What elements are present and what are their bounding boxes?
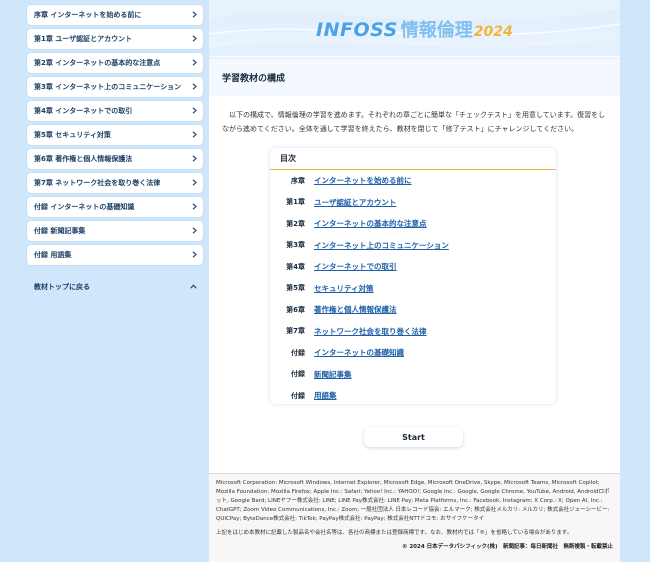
toc-link[interactable]: 著作権と個人情報保護法 [314,304,397,315]
sidebar-item-label: 第5章 セキュリティ対策 [34,131,111,139]
sidebar: 序章 インターネットを始める前に 第1章 ユーザ認証とアカウント第2章 インターネ… [0,0,208,562]
logo-year: 2024 [473,24,513,40]
header-banner: INFOSS 情報倫理 2024 [209,0,620,56]
sidebar-item[interactable]: 第6章 著作権と個人情報保護法 [27,149,203,169]
toc-chapter-label: 序章 [291,176,305,185]
chevron-right-icon [192,178,197,188]
toc-chapter-label: 付録 [291,370,305,379]
chevron-right-icon [192,34,197,44]
toc-row: 第4章 インターネットでの取引 [270,256,556,278]
toc-chapter-label: 第4章 [286,262,305,271]
toc-heading: 目次 [270,148,556,170]
sidebar-item-label: 第2章 インターネットの基本的な注意点 [34,59,161,67]
logo-jp: 情報倫理 [400,20,473,41]
toc-row: 第2章 インターネットの基本的な注意点 [270,213,556,235]
main-panel: INFOSS 情報倫理 2024 学習教材の構成 以下の構成で、情報倫理の学習を… [209,0,620,562]
sidebar-item-label: 第3章 インターネット上のコミュニケーション [34,83,182,91]
sidebar-item[interactable]: 第3章 インターネット上のコミュニケーション [27,77,203,97]
chevron-right-icon [192,106,197,116]
chevron-right-icon [192,82,197,92]
toc-row: 第5章 セキュリティ対策 [270,278,556,300]
sidebar-item-label: 付録 インターネットの基礎知識 [34,203,135,211]
sidebar-item-label: 第4章 インターネットでの取引 [34,107,133,115]
sidebar-item[interactable]: 序章 インターネットを始める前に [27,5,203,25]
logo-en: INFOSS [316,19,398,41]
section-title-bar: 学習教材の構成 [209,58,620,96]
sidebar-item[interactable]: 第7章 ネットワーク社会を取り巻く法律 [27,173,203,193]
chevron-right-icon [192,250,197,260]
toc-chapter-label: 第2章 [286,219,305,228]
sidebar-item[interactable]: 第1章 ユーザ認証とアカウント [27,29,203,49]
right-margin [620,0,650,562]
toc-link[interactable]: インターネットでの取引 [314,261,397,272]
toc-rows: 序章 インターネットを始める前に 第1章 ユーザ認証とアカウント 第2章 インターネットの… [270,170,556,407]
sidebar-item-label: 第7章 ネットワーク社会を取り巻く法律 [34,179,161,187]
toc-link[interactable]: ネットワーク社会を取り巻く法律 [314,326,427,337]
copyright: © 2024 日本データパシフィック(株) 新聞記事：毎日新聞社 無断複製・転載… [401,544,613,550]
toc-row: 付録 新聞記事集 [270,364,556,386]
sidebar-item[interactable]: 第5章 セキュリティ対策 [27,125,203,145]
sidebar-item-label: 序章 インターネットを始める前に [34,11,142,19]
toc-chapter-label: 第3章 [286,241,305,250]
toc-row: 第6章 著作権と個人情報保護法 [270,299,556,321]
toc-chapter-label: 第5章 [286,284,305,293]
table-of-contents: 目次 序章 インターネットを始める前に 第1章 ユーザ認証とアカウント 第2章 インターネ… [270,148,556,404]
sidebar-item[interactable]: 付録 用語集 [27,245,203,265]
toc-link[interactable]: インターネットの基礎知識 [314,347,404,358]
toc-row: 付録 インターネットの基礎知識 [270,342,556,364]
toc-chapter-label: 第6章 [286,305,305,314]
app-logo: INFOSS 情報倫理 2024 [316,16,513,42]
toc-chapter-label: 第1章 [286,198,305,207]
chevron-right-icon [192,202,197,212]
chevron-right-icon [192,226,197,236]
sidebar-item[interactable]: 付録 新聞記事集 [27,221,203,241]
chevron-right-icon [192,154,197,164]
toc-chapter-label: 第7章 [286,327,305,336]
content-area: 以下の構成で、情報倫理の学習を進めます。それぞれの章ごとに簡単な「チェックテスト… [209,96,620,474]
toc-link[interactable]: セキュリティ対策 [314,283,374,294]
trademark-note: 上記をはじめ本教材に記載した製品名や会社名等は、各社の商標または登録商標です。な… [216,530,573,536]
footer: Microsoft Corporation: Microsoft Windows… [209,473,620,562]
toc-link[interactable]: インターネット上のコミュニケーション [314,240,449,251]
chevron-right-icon [192,58,197,68]
toc-row: 第7章 ネットワーク社会を取り巻く法律 [270,321,556,343]
toc-row: 序章 インターネットを始める前に [270,170,556,192]
back-to-top-label: 教材トップに戻る [34,283,90,291]
chevron-up-icon [190,283,197,291]
toc-link[interactable]: インターネットを始める前に [314,175,412,186]
toc-chapter-label: 付録 [291,391,305,400]
toc-link[interactable]: 用語集 [314,390,337,401]
toc-row: 第3章 インターネット上のコミュニケーション [270,235,556,257]
toc-link[interactable]: インターネットの基本的な注意点 [314,218,427,229]
sidebar-nav: 序章 インターネットを始める前に 第1章 ユーザ認証とアカウント第2章 インターネ… [27,5,203,265]
toc-chapter-label: 付録 [291,348,305,357]
back-to-top-link[interactable]: 教材トップに戻る [27,279,203,295]
toc-link[interactable]: 新聞記事集 [314,369,352,380]
intro-text: 以下の構成で、情報倫理の学習を進めます。それぞれの章ごとに簡単な「チェックテスト… [222,111,606,133]
sidebar-item-label: 第6章 著作権と個人情報保護法 [34,155,133,163]
toc-link[interactable]: ユーザ認証とアカウント [314,197,396,208]
sidebar-item[interactable]: 第2章 インターネットの基本的な注意点 [27,53,203,73]
section-title: 学習教材の構成 [222,74,286,84]
sidebar-item-label: 付録 用語集 [34,251,72,259]
start-button[interactable]: Start [364,427,463,447]
trademark-text: Microsoft Corporation: Microsoft Windows… [216,480,610,522]
sidebar-item-label: 第1章 ユーザ認証とアカウント [34,35,133,43]
toc-row: 第1章 ユーザ認証とアカウント [270,192,556,214]
sidebar-item[interactable]: 第4章 インターネットでの取引 [27,101,203,121]
sidebar-item[interactable]: 付録 インターネットの基礎知識 [27,197,203,217]
toc-row: 付録 用語集 [270,385,556,407]
sidebar-item-label: 付録 新聞記事集 [34,227,86,235]
chevron-right-icon [192,10,197,20]
chevron-right-icon [192,130,197,140]
